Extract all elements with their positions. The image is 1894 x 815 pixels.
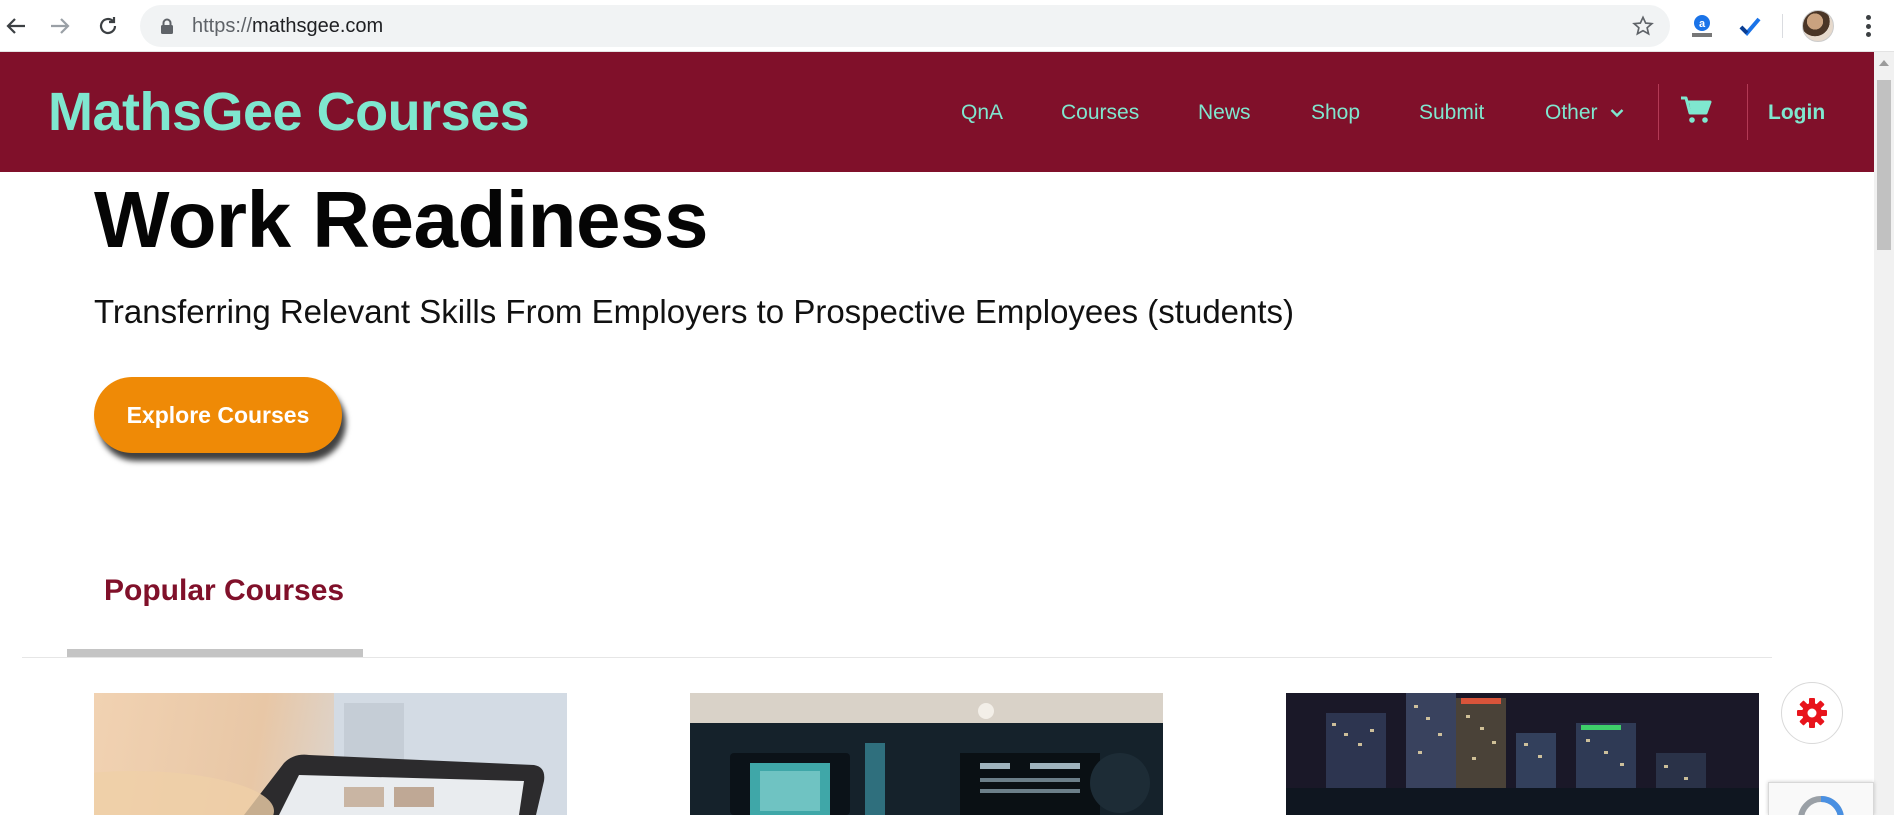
course-card-image[interactable]	[94, 693, 567, 815]
course-card-image[interactable]	[690, 693, 1163, 815]
nav-item-qna[interactable]: QnA	[961, 101, 1003, 125]
avatar[interactable]	[1802, 10, 1834, 42]
forward-button[interactable]	[44, 10, 76, 42]
more-vertical-icon[interactable]	[1858, 12, 1878, 40]
address-bar[interactable]: https://mathsgee.com	[140, 5, 1670, 47]
explore-courses-button[interactable]: Explore Courses	[94, 377, 342, 453]
recaptcha-icon	[1798, 796, 1844, 815]
arrow-left-icon	[6, 18, 25, 34]
nav-item-news[interactable]: News	[1198, 101, 1251, 125]
site-header: MathsGee Courses QnA Courses News Shop S…	[0, 52, 1874, 172]
header-divider	[1658, 84, 1659, 140]
active-tab-indicator	[67, 649, 363, 657]
site-logo[interactable]: MathsGee Courses	[48, 52, 530, 172]
settings-button[interactable]	[1781, 682, 1843, 744]
city-night-photo	[1286, 693, 1759, 815]
camera-photo	[690, 693, 1163, 815]
url-text: https://mathsgee.com	[192, 5, 383, 47]
amazon-extension-icon[interactable]: a	[1687, 11, 1717, 41]
page-subtitle: Transferring Relevant Skills From Employ…	[94, 293, 1295, 330]
page-scrollbar[interactable]	[1874, 52, 1894, 815]
nav-item-submit[interactable]: Submit	[1419, 101, 1484, 125]
lock-icon	[161, 18, 173, 34]
tabs-divider	[22, 657, 1772, 658]
nav-item-other[interactable]: Other	[1545, 101, 1624, 125]
reload-button[interactable]	[92, 10, 124, 42]
nav-item-shop[interactable]: Shop	[1311, 101, 1360, 125]
course-card-image[interactable]	[1286, 693, 1759, 815]
chevron-down-icon	[1610, 109, 1623, 118]
login-link[interactable]: Login	[1768, 101, 1825, 125]
scroll-up-arrow-icon[interactable]	[1879, 60, 1889, 66]
svg-text:a: a	[1699, 18, 1706, 30]
page-title: Work Readiness	[94, 175, 708, 264]
url-host: mathsgee.com	[252, 15, 384, 37]
reload-icon	[99, 17, 117, 35]
back-button[interactable]	[0, 10, 32, 42]
recaptcha-badge[interactable]	[1768, 782, 1874, 815]
url-scheme: https://	[192, 15, 253, 37]
nav-item-other-label: Other	[1545, 101, 1598, 124]
arrow-right-icon	[51, 18, 70, 34]
checkmark-extension-icon[interactable]	[1735, 11, 1765, 41]
browser-toolbar: https://mathsgee.com a	[0, 0, 1894, 52]
cart-icon[interactable]	[1680, 96, 1712, 124]
star-icon[interactable]	[1632, 15, 1654, 37]
gear-icon	[1797, 698, 1827, 728]
tablet-photo	[94, 693, 567, 815]
toolbar-divider	[1782, 14, 1783, 38]
nav-item-courses[interactable]: Courses	[1061, 101, 1139, 125]
scrollbar-thumb[interactable]	[1877, 80, 1891, 250]
header-divider	[1747, 84, 1748, 140]
tab-popular-courses[interactable]: Popular Courses	[104, 574, 344, 608]
